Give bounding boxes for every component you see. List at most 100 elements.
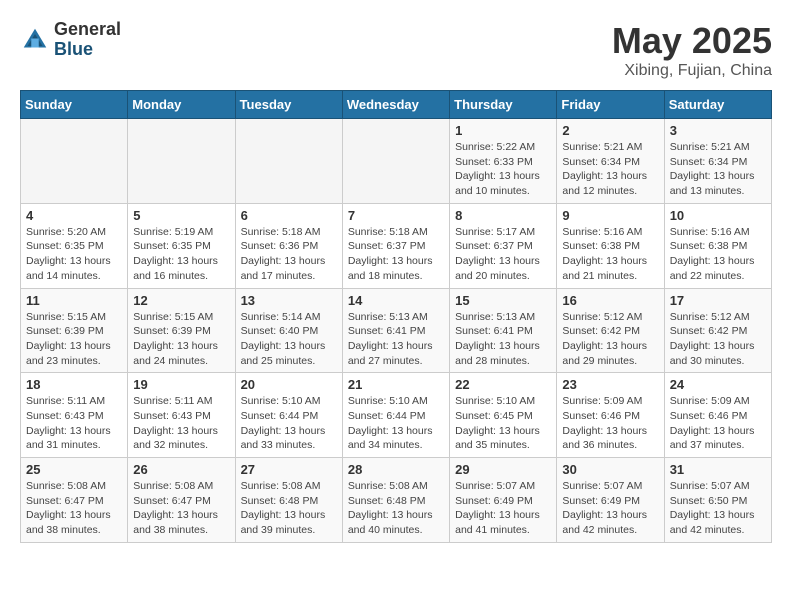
day-info: Sunrise: 5:17 AM Sunset: 6:37 PM Dayligh… bbox=[455, 225, 551, 284]
col-saturday: Saturday bbox=[664, 91, 771, 119]
day-number: 13 bbox=[241, 293, 337, 308]
day-info: Sunrise: 5:21 AM Sunset: 6:34 PM Dayligh… bbox=[670, 140, 766, 199]
day-number: 10 bbox=[670, 208, 766, 223]
calendar-cell: 28 Sunrise: 5:08 AM Sunset: 6:48 PM Dayli… bbox=[342, 458, 449, 543]
calendar-cell: 14 Sunrise: 5:13 AM Sunset: 6:41 PM Dayli… bbox=[342, 288, 449, 373]
day-number: 28 bbox=[348, 462, 444, 477]
logo-icon bbox=[20, 25, 50, 55]
calendar-cell: 22Sunrise: 5:10 AM Sunset: 6:45 PM Dayli… bbox=[450, 373, 557, 458]
day-info: Sunrise: 5:09 AM Sunset: 6:46 PM Dayligh… bbox=[670, 394, 766, 453]
calendar-cell: 9 Sunrise: 5:16 AM Sunset: 6:38 PM Daylig… bbox=[557, 203, 664, 288]
calendar-cell: 12Sunrise: 5:15 AM Sunset: 6:39 PM Dayli… bbox=[128, 288, 235, 373]
day-number: 9 bbox=[562, 208, 658, 223]
calendar-cell: 4 Sunrise: 5:20 AM Sunset: 6:35 PM Daylig… bbox=[21, 203, 128, 288]
page-header: General Blue May 2025 Xibing, Fujian, Ch… bbox=[20, 20, 772, 80]
col-monday: Monday bbox=[128, 91, 235, 119]
day-number: 30 bbox=[562, 462, 658, 477]
day-info: Sunrise: 5:12 AM Sunset: 6:42 PM Dayligh… bbox=[670, 310, 766, 369]
day-number: 15 bbox=[455, 293, 551, 308]
calendar-week-2: 4 Sunrise: 5:20 AM Sunset: 6:35 PM Daylig… bbox=[21, 203, 772, 288]
calendar-cell: 5 Sunrise: 5:19 AM Sunset: 6:35 PM Daylig… bbox=[128, 203, 235, 288]
day-info: Sunrise: 5:14 AM Sunset: 6:40 PM Dayligh… bbox=[241, 310, 337, 369]
col-sunday: Sunday bbox=[21, 91, 128, 119]
day-number: 27 bbox=[241, 462, 337, 477]
day-number: 8 bbox=[455, 208, 551, 223]
col-tuesday: Tuesday bbox=[235, 91, 342, 119]
day-number: 11 bbox=[26, 293, 122, 308]
calendar-cell: 3 Sunrise: 5:21 AM Sunset: 6:34 PM Daylig… bbox=[664, 119, 771, 204]
header-row: Sunday Monday Tuesday Wednesday Thursday… bbox=[21, 91, 772, 119]
calendar-cell: 7Sunrise: 5:18 AM Sunset: 6:37 PM Daylig… bbox=[342, 203, 449, 288]
calendar-cell: 2Sunrise: 5:21 AM Sunset: 6:34 PM Daylig… bbox=[557, 119, 664, 204]
calendar-cell: 18Sunrise: 5:11 AM Sunset: 6:43 PM Dayli… bbox=[21, 373, 128, 458]
day-info: Sunrise: 5:16 AM Sunset: 6:38 PM Dayligh… bbox=[562, 225, 658, 284]
day-info: Sunrise: 5:08 AM Sunset: 6:48 PM Dayligh… bbox=[241, 479, 337, 538]
calendar-cell: 21 Sunrise: 5:10 AM Sunset: 6:44 PM Dayli… bbox=[342, 373, 449, 458]
day-info: Sunrise: 5:22 AM Sunset: 6:33 PM Dayligh… bbox=[455, 140, 551, 199]
day-info: Sunrise: 5:10 AM Sunset: 6:44 PM Dayligh… bbox=[241, 394, 337, 453]
calendar-week-4: 18 Sunrise: 5:11 AM Sunset: 6:43 PM Dayli… bbox=[21, 373, 772, 458]
day-info: Sunrise: 5:08 AM Sunset: 6:47 PM Dayligh… bbox=[26, 479, 122, 538]
day-info: Sunrise: 5:10 AM Sunset: 6:44 PM Dayligh… bbox=[348, 394, 444, 453]
calendar-cell: 15 Sunrise: 5:13 AM Sunset: 6:41 PM Dayli… bbox=[450, 288, 557, 373]
day-number: 24 bbox=[670, 377, 766, 392]
day-number: 16 bbox=[562, 293, 658, 308]
logo-general: General bbox=[54, 20, 121, 40]
day-info: Sunrise: 5:13 AM Sunset: 6:41 PM Dayligh… bbox=[455, 310, 551, 369]
month-year: May 2025 bbox=[612, 20, 772, 62]
calendar-cell bbox=[21, 119, 128, 204]
calendar-week-3: 11 Sunrise: 5:15 AM Sunset: 6:39 PM Dayli… bbox=[21, 288, 772, 373]
calendar-cell: 10 Sunrise: 5:16 AM Sunset: 6:38 PM Dayli… bbox=[664, 203, 771, 288]
day-number: 2 bbox=[562, 123, 658, 138]
day-number: 20 bbox=[241, 377, 337, 392]
day-info: Sunrise: 5:07 AM Sunset: 6:49 PM Dayligh… bbox=[562, 479, 658, 538]
calendar-cell bbox=[128, 119, 235, 204]
logo-blue: Blue bbox=[54, 40, 121, 60]
day-info: Sunrise: 5:12 AM Sunset: 6:42 PM Dayligh… bbox=[562, 310, 658, 369]
day-number: 4 bbox=[26, 208, 122, 223]
day-number: 22 bbox=[455, 377, 551, 392]
calendar-cell: 25Sunrise: 5:08 AM Sunset: 6:47 PM Dayli… bbox=[21, 458, 128, 543]
calendar-cell: 26 Sunrise: 5:08 AM Sunset: 6:47 PM Dayli… bbox=[128, 458, 235, 543]
day-info: Sunrise: 5:16 AM Sunset: 6:38 PM Dayligh… bbox=[670, 225, 766, 284]
day-number: 26 bbox=[133, 462, 229, 477]
day-number: 19 bbox=[133, 377, 229, 392]
day-info: Sunrise: 5:13 AM Sunset: 6:41 PM Dayligh… bbox=[348, 310, 444, 369]
calendar-cell bbox=[342, 119, 449, 204]
day-number: 3 bbox=[670, 123, 766, 138]
calendar-cell: 30 Sunrise: 5:07 AM Sunset: 6:49 PM Dayli… bbox=[557, 458, 664, 543]
day-info: Sunrise: 5:11 AM Sunset: 6:43 PM Dayligh… bbox=[133, 394, 229, 453]
calendar-cell: 24 Sunrise: 5:09 AM Sunset: 6:46 PM Dayli… bbox=[664, 373, 771, 458]
day-info: Sunrise: 5:20 AM Sunset: 6:35 PM Dayligh… bbox=[26, 225, 122, 284]
day-number: 31 bbox=[670, 462, 766, 477]
day-info: Sunrise: 5:09 AM Sunset: 6:46 PM Dayligh… bbox=[562, 394, 658, 453]
day-info: Sunrise: 5:18 AM Sunset: 6:37 PM Dayligh… bbox=[348, 225, 444, 284]
day-number: 21 bbox=[348, 377, 444, 392]
day-info: Sunrise: 5:08 AM Sunset: 6:48 PM Dayligh… bbox=[348, 479, 444, 538]
day-info: Sunrise: 5:15 AM Sunset: 6:39 PM Dayligh… bbox=[26, 310, 122, 369]
col-wednesday: Wednesday bbox=[342, 91, 449, 119]
day-info: Sunrise: 5:19 AM Sunset: 6:35 PM Dayligh… bbox=[133, 225, 229, 284]
day-number: 5 bbox=[133, 208, 229, 223]
calendar-week-5: 25Sunrise: 5:08 AM Sunset: 6:47 PM Dayli… bbox=[21, 458, 772, 543]
day-number: 17 bbox=[670, 293, 766, 308]
logo: General Blue bbox=[20, 20, 121, 60]
calendar-cell: 23 Sunrise: 5:09 AM Sunset: 6:46 PM Dayli… bbox=[557, 373, 664, 458]
calendar-cell: 19 Sunrise: 5:11 AM Sunset: 6:43 PM Dayli… bbox=[128, 373, 235, 458]
calendar-header: Sunday Monday Tuesday Wednesday Thursday… bbox=[21, 91, 772, 119]
calendar-cell: 31 Sunrise: 5:07 AM Sunset: 6:50 PM Dayli… bbox=[664, 458, 771, 543]
col-thursday: Thursday bbox=[450, 91, 557, 119]
day-number: 23 bbox=[562, 377, 658, 392]
day-info: Sunrise: 5:07 AM Sunset: 6:50 PM Dayligh… bbox=[670, 479, 766, 538]
day-info: Sunrise: 5:08 AM Sunset: 6:47 PM Dayligh… bbox=[133, 479, 229, 538]
calendar-cell: 11 Sunrise: 5:15 AM Sunset: 6:39 PM Dayli… bbox=[21, 288, 128, 373]
location: Xibing, Fujian, China bbox=[612, 62, 772, 80]
day-number: 18 bbox=[26, 377, 122, 392]
day-info: Sunrise: 5:07 AM Sunset: 6:49 PM Dayligh… bbox=[455, 479, 551, 538]
calendar-cell: 27 Sunrise: 5:08 AM Sunset: 6:48 PM Dayli… bbox=[235, 458, 342, 543]
calendar-cell: 29Sunrise: 5:07 AM Sunset: 6:49 PM Dayli… bbox=[450, 458, 557, 543]
day-number: 14 bbox=[348, 293, 444, 308]
calendar-cell: 13 Sunrise: 5:14 AM Sunset: 6:40 PM Dayli… bbox=[235, 288, 342, 373]
calendar-cell: 20 Sunrise: 5:10 AM Sunset: 6:44 PM Dayli… bbox=[235, 373, 342, 458]
calendar-week-1: 1Sunrise: 5:22 AM Sunset: 6:33 PM Daylig… bbox=[21, 119, 772, 204]
